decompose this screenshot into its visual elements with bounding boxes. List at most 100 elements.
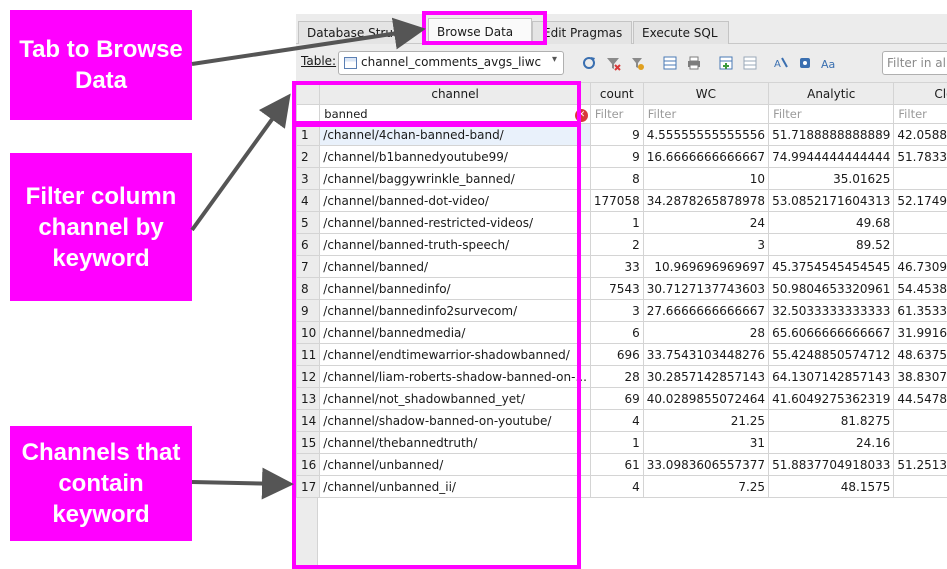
- svg-text:Aa: Aa: [821, 58, 835, 71]
- cell-count[interactable]: 61: [589, 453, 644, 476]
- cell-count[interactable]: 3: [589, 299, 644, 322]
- cell-count[interactable]: 4: [589, 475, 644, 498]
- cell-analytic[interactable]: 65.6066666666667: [768, 321, 895, 344]
- table-label: Table:: [301, 54, 337, 68]
- cell-count[interactable]: 8: [589, 167, 644, 190]
- cell-analytic[interactable]: 49.68: [768, 211, 895, 234]
- cell-wc[interactable]: 10.969696969697: [642, 255, 770, 278]
- clear-filters-icon[interactable]: [603, 53, 623, 73]
- cell-count[interactable]: 6: [589, 321, 644, 344]
- cell-wc[interactable]: 27.6666666666667: [642, 299, 770, 322]
- find-icon[interactable]: A: [771, 53, 791, 73]
- cell-count[interactable]: 7543: [589, 277, 644, 300]
- cell-analytic[interactable]: 45.3754545454545: [768, 255, 895, 278]
- cell-analytic[interactable]: 41.6049275362319: [768, 387, 895, 410]
- delete-record-icon[interactable]: [740, 53, 760, 73]
- cell-wc[interactable]: 21.25: [642, 409, 770, 432]
- cell-analytic[interactable]: 64.1307142857143: [768, 365, 895, 388]
- cell-wc[interactable]: 30.7127137743603: [642, 277, 770, 300]
- cell-wc[interactable]: 24: [642, 211, 770, 234]
- cell-clout[interactable]: [893, 475, 947, 498]
- cell-analytic[interactable]: 81.8275: [768, 409, 895, 432]
- cell-analytic[interactable]: 35.01625: [768, 167, 895, 190]
- cell-analytic[interactable]: 51.7188888888889: [768, 123, 895, 146]
- cell-clout[interactable]: [893, 233, 947, 256]
- svg-text:A: A: [774, 59, 781, 70]
- insert-record-icon[interactable]: [660, 53, 680, 73]
- cell-clout[interactable]: 51.2513114: [893, 453, 947, 476]
- chevron-down-icon: ▾: [551, 54, 557, 65]
- cell-analytic[interactable]: 53.0852171604313: [768, 189, 895, 212]
- cell-count[interactable]: 2: [589, 233, 644, 256]
- cell-clout[interactable]: 61.3533333: [893, 299, 947, 322]
- cell-analytic[interactable]: 89.52: [768, 233, 895, 256]
- cell-clout[interactable]: 38.8307142: [893, 365, 947, 388]
- cell-clout[interactable]: [893, 431, 947, 454]
- cell-count[interactable]: 33: [589, 255, 644, 278]
- cell-wc[interactable]: 4.55555555555556: [642, 123, 770, 146]
- column-header-clout[interactable]: Clout: [893, 82, 947, 105]
- cell-count[interactable]: 69: [589, 387, 644, 410]
- cell-count[interactable]: 9: [589, 145, 644, 168]
- filter-analytic[interactable]: Filter: [768, 104, 895, 124]
- table-select-value: channel_comments_avgs_liwc: [361, 55, 542, 69]
- cell-clout[interactable]: 31.9916666: [893, 321, 947, 344]
- cell-count[interactable]: 177058: [589, 189, 644, 212]
- cell-clout[interactable]: 48.6375431: [893, 343, 947, 366]
- filter-wc[interactable]: Filter: [642, 104, 770, 124]
- cell-analytic[interactable]: 48.1575: [768, 475, 895, 498]
- cell-clout[interactable]: [893, 167, 947, 190]
- cell-clout[interactable]: 51.7833333333333: [893, 145, 947, 168]
- cell-wc[interactable]: 16.6666666666667: [642, 145, 770, 168]
- column-header-wc[interactable]: WC: [642, 82, 770, 105]
- cell-count[interactable]: 28: [589, 365, 644, 388]
- tab-callout: Tab to Browse Data: [10, 10, 192, 120]
- cell-wc[interactable]: 31: [642, 431, 770, 454]
- set-encoding-icon[interactable]: Aa: [819, 53, 839, 73]
- column-header-count[interactable]: count: [589, 82, 644, 105]
- cell-wc[interactable]: 40.0289855072464: [642, 387, 770, 410]
- refresh-icon[interactable]: [579, 53, 599, 73]
- cell-wc[interactable]: 10: [642, 167, 770, 190]
- cell-clout[interactable]: 44.5478260: [893, 387, 947, 410]
- table-select[interactable]: channel_comments_avgs_liwc ▾: [338, 51, 564, 75]
- cell-count[interactable]: 696: [589, 343, 644, 366]
- cell-clout[interactable]: [893, 409, 947, 432]
- new-record-icon[interactable]: [716, 53, 736, 73]
- column-header-analytic[interactable]: Analytic: [768, 82, 895, 105]
- cell-analytic[interactable]: 24.16: [768, 431, 895, 454]
- filter-count[interactable]: Filter: [589, 104, 644, 124]
- cell-wc[interactable]: 33.7543103448276: [642, 343, 770, 366]
- cell-analytic[interactable]: 50.9804653320961: [768, 277, 895, 300]
- cell-clout[interactable]: 52.174937: [893, 189, 947, 212]
- cell-count[interactable]: 1: [589, 211, 644, 234]
- cell-analytic[interactable]: 55.4248850574712: [768, 343, 895, 366]
- cell-wc[interactable]: 34.2878265878978: [642, 189, 770, 212]
- print-icon[interactable]: [684, 53, 704, 73]
- cell-count[interactable]: 1: [589, 431, 644, 454]
- filter-all-input[interactable]: Filter in all columns: [882, 51, 947, 75]
- cell-wc[interactable]: 28: [642, 321, 770, 344]
- channel-filter-highlight: [292, 81, 581, 125]
- cell-wc[interactable]: 7.25: [642, 475, 770, 498]
- browse-toolbar: Table: channel_comments_avgs_liwc ▾ A Aa…: [296, 44, 947, 82]
- filter-clout[interactable]: Filter: [893, 104, 947, 124]
- cell-clout[interactable]: 46.7309090: [893, 255, 947, 278]
- cell-clout[interactable]: [893, 211, 947, 234]
- replace-icon[interactable]: [795, 53, 815, 73]
- tab-database-structure[interactable]: Database Structure: [298, 21, 402, 44]
- cell-clout[interactable]: 54.4538172: [893, 277, 947, 300]
- cell-wc[interactable]: 30.2857142857143: [642, 365, 770, 388]
- channel-results-highlight: [292, 123, 581, 569]
- cell-wc[interactable]: 3: [642, 233, 770, 256]
- cell-wc[interactable]: 33.0983606557377: [642, 453, 770, 476]
- cell-count[interactable]: 4: [589, 409, 644, 432]
- save-filter-icon[interactable]: [627, 53, 647, 73]
- tab-execute-sql[interactable]: Execute SQL: [633, 21, 729, 44]
- cell-clout[interactable]: 42.0588888888889: [893, 123, 947, 146]
- cell-analytic[interactable]: 51.8837704918033: [768, 453, 895, 476]
- cell-analytic[interactable]: 32.5033333333333: [768, 299, 895, 322]
- tab-edit-pragmas[interactable]: Edit Pragmas: [532, 21, 632, 44]
- cell-count[interactable]: 9: [589, 123, 644, 146]
- cell-analytic[interactable]: 74.9944444444444: [768, 145, 895, 168]
